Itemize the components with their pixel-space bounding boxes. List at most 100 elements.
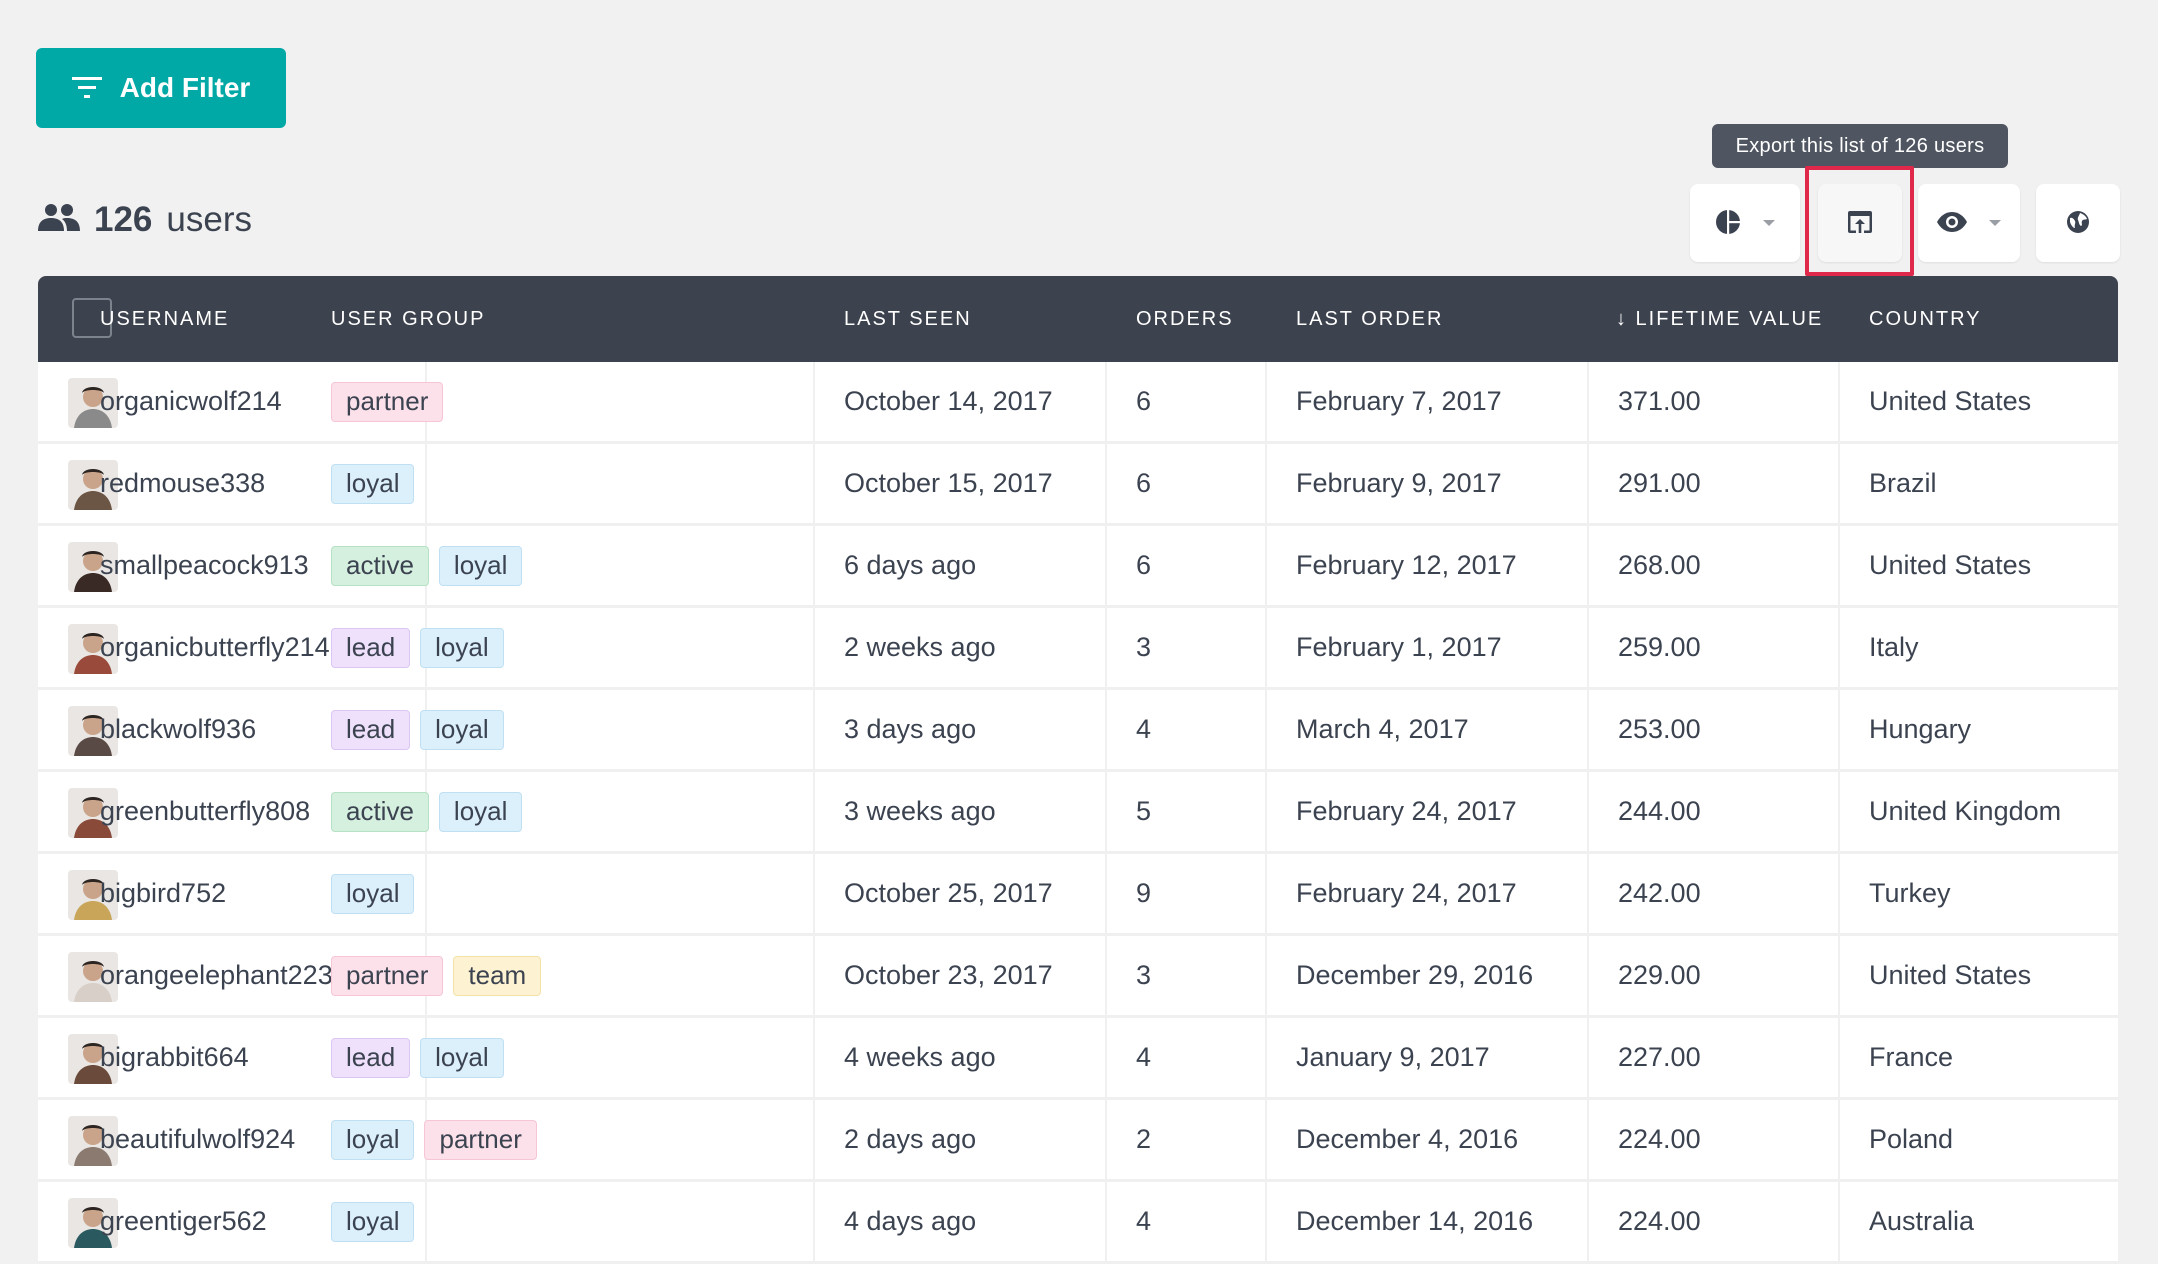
users-table: USERNAME USER GROUP LAST SEEN ORDERS LAS… xyxy=(38,276,2118,1264)
user-group-cell: lead loyal xyxy=(331,608,514,687)
last-order-cell: December 4, 2016 xyxy=(1296,1124,1519,1154)
table-row[interactable]: bigrabbit664 lead loyal 4 weeks ago 4 January… xyxy=(38,1018,2118,1100)
user-group-cell: loyal xyxy=(331,1182,424,1261)
map-view-button[interactable] xyxy=(2036,184,2120,262)
username-cell[interactable]: greenbutterfly808 xyxy=(100,772,310,851)
orders-cell: 4 xyxy=(1136,1042,1152,1072)
tag-loyal: loyal xyxy=(331,1201,415,1242)
tag-lead: lead xyxy=(331,1037,411,1078)
table-row[interactable]: beautifulwolf924 loyal partner 2 days ago 2 D… xyxy=(38,1100,2118,1182)
column-divider xyxy=(1587,362,1589,441)
table-row[interactable]: greenbutterfly808 active loyal 3 weeks ago 5… xyxy=(38,772,2118,854)
lifetime-value-cell: 227.00 xyxy=(1618,1042,1701,1072)
username-cell[interactable]: organicbutterfly214 xyxy=(100,608,330,687)
lifetime-value-cell: 244.00 xyxy=(1618,796,1701,826)
column-header-country[interactable]: COUNTRY xyxy=(1869,276,1982,362)
username-cell[interactable]: greentiger562 xyxy=(100,1182,267,1261)
column-divider xyxy=(1838,772,1840,851)
tag-lead: lead xyxy=(331,627,411,668)
user-count-number: 126 xyxy=(94,200,153,239)
column-divider xyxy=(1105,1182,1107,1261)
orders-cell: 3 xyxy=(1136,632,1152,662)
country-cell: France xyxy=(1869,1042,1954,1072)
column-header-orders[interactable]: ORDERS xyxy=(1136,276,1234,362)
column-divider xyxy=(813,690,815,769)
username-cell[interactable]: smallpeacock913 xyxy=(100,526,309,605)
export-button[interactable] xyxy=(1818,184,1902,262)
tag-partner: partner xyxy=(331,381,444,422)
column-divider xyxy=(1838,690,1840,769)
column-divider xyxy=(1105,772,1107,851)
column-header-last-order[interactable]: LAST ORDER xyxy=(1296,276,1443,362)
last-order-cell: February 1, 2017 xyxy=(1296,632,1502,662)
tag-lead: lead xyxy=(331,709,411,750)
last-seen-cell: October 14, 2017 xyxy=(844,386,1053,416)
column-divider xyxy=(1265,608,1267,687)
table-row[interactable]: greentiger562 loyal 4 days ago 4 December 14… xyxy=(38,1182,2118,1264)
table-row[interactable]: blackwolf936 lead loyal 3 days ago 4 March 4,… xyxy=(38,690,2118,772)
column-divider xyxy=(1838,526,1840,605)
orders-cell: 4 xyxy=(1136,1206,1152,1236)
column-divider xyxy=(1265,690,1267,769)
country-cell: United States xyxy=(1869,550,2032,580)
last-order-cell: December 29, 2016 xyxy=(1296,960,1534,990)
column-divider xyxy=(1838,1182,1840,1261)
column-header-username[interactable]: USERNAME xyxy=(100,276,229,362)
lifetime-value-cell: 268.00 xyxy=(1618,550,1701,580)
user-group-cell: active loyal xyxy=(331,526,532,605)
username-cell[interactable]: orangeelephant223 xyxy=(100,936,333,1015)
lifetime-value-cell: 371.00 xyxy=(1618,386,1701,416)
username-cell[interactable]: blackwolf936 xyxy=(100,690,256,769)
column-divider xyxy=(1265,1100,1267,1179)
table-row[interactable]: organicwolf214 partner October 14, 2017 6 Fe… xyxy=(38,362,2118,444)
column-divider xyxy=(1265,526,1267,605)
last-order-cell: January 9, 2017 xyxy=(1296,1042,1490,1072)
column-divider xyxy=(1838,362,1840,441)
column-divider xyxy=(813,936,815,1015)
column-header-user-group[interactable]: USER GROUP xyxy=(331,276,485,362)
column-divider xyxy=(813,1018,815,1097)
view-options-button[interactable] xyxy=(1918,184,2020,262)
chevron-down-icon xyxy=(1763,220,1775,226)
column-divider xyxy=(813,526,815,605)
tag-loyal: loyal xyxy=(420,709,504,750)
username-cell[interactable]: redmouse338 xyxy=(100,444,265,523)
username-cell[interactable]: beautifulwolf924 xyxy=(100,1100,295,1179)
column-divider xyxy=(1105,362,1107,441)
country-cell: Brazil xyxy=(1869,468,1937,498)
tag-loyal: loyal xyxy=(420,627,504,668)
user-group-cell: partner xyxy=(331,362,453,441)
table-row[interactable]: orangeelephant223 partner team October 23, … xyxy=(38,936,2118,1018)
username-cell[interactable]: organicwolf214 xyxy=(100,362,282,441)
user-count: 126 users xyxy=(38,198,252,242)
user-group-cell: lead loyal xyxy=(331,690,514,769)
tag-partner: partner xyxy=(424,1119,537,1160)
column-header-lifetime-value[interactable]: ↓ LIFETIME VALUE xyxy=(1616,276,1823,362)
tag-team: team xyxy=(453,955,542,996)
add-filter-button[interactable]: Add Filter xyxy=(36,48,286,128)
country-cell: United States xyxy=(1869,386,2032,416)
last-seen-cell: 4 weeks ago xyxy=(844,1042,996,1072)
username-cell[interactable]: bigrabbit664 xyxy=(100,1018,249,1097)
segment-chart-button[interactable] xyxy=(1690,184,1800,262)
column-header-last-seen[interactable]: LAST SEEN xyxy=(844,276,972,362)
last-seen-cell: October 15, 2017 xyxy=(844,468,1053,498)
country-cell: United States xyxy=(1869,960,2032,990)
column-divider xyxy=(1587,772,1589,851)
table-row[interactable]: smallpeacock913 active loyal 6 days ago 6 Feb… xyxy=(38,526,2118,608)
column-divider xyxy=(1587,608,1589,687)
user-group-cell: partner team xyxy=(331,936,551,1015)
last-order-cell: February 12, 2017 xyxy=(1296,550,1517,580)
column-divider xyxy=(1105,444,1107,523)
column-divider xyxy=(1838,936,1840,1015)
username-cell[interactable]: bigbird752 xyxy=(100,854,226,933)
table-row[interactable]: organicbutterfly214 lead loyal 2 weeks ago 3… xyxy=(38,608,2118,690)
tag-loyal: loyal xyxy=(331,1119,415,1160)
table-row[interactable]: bigbird752 loyal October 25, 2017 9 February… xyxy=(38,854,2118,936)
orders-cell: 6 xyxy=(1136,386,1152,416)
user-group-cell: lead loyal xyxy=(331,1018,514,1097)
tag-partner: partner xyxy=(331,955,444,996)
user-group-cell: loyal xyxy=(331,854,424,933)
table-row[interactable]: redmouse338 loyal October 15, 2017 6 Februar… xyxy=(38,444,2118,526)
column-divider xyxy=(425,1182,427,1261)
